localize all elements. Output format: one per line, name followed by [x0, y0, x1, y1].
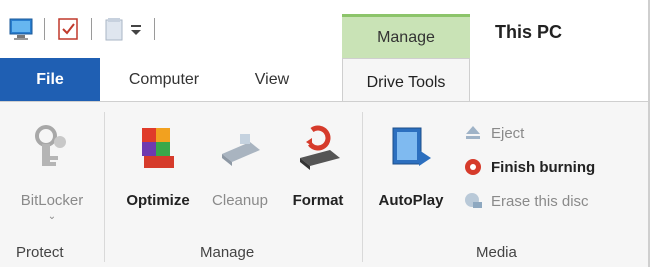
optimize-label: Optimize: [126, 192, 190, 209]
tab-view[interactable]: View: [232, 58, 312, 102]
title-bar: Manage This PC: [0, 0, 648, 58]
group-label-protect: Protect: [16, 244, 64, 261]
erase-disc-icon: [463, 191, 483, 211]
ribbon-panel: BitLocker ⌄ Protect Optimize Cleanup For…: [0, 102, 648, 267]
cleanup-label: Cleanup: [212, 192, 268, 209]
quick-access-toolbar: [8, 14, 165, 44]
new-folder-icon[interactable]: [102, 16, 128, 42]
group-label-manage: Manage: [200, 244, 255, 261]
erase-disc-label: Erase this disc: [491, 192, 589, 210]
customize-dropdown-icon[interactable]: [128, 16, 144, 42]
bitlocker-label: BitLocker: [20, 192, 84, 209]
group-label-media: Media: [476, 244, 517, 261]
format-icon: [290, 120, 346, 176]
finish-burning-button[interactable]: Finish burning: [463, 150, 595, 184]
eject-label: Eject: [491, 124, 525, 142]
optimize-button[interactable]: Optimize: [116, 120, 200, 209]
group-separator: [362, 112, 363, 262]
window-title: This PC: [495, 22, 563, 42]
autoplay-button[interactable]: AutoPlay: [368, 120, 454, 209]
group-separator: [104, 112, 105, 262]
erase-disc-button[interactable]: Erase this disc: [463, 184, 595, 218]
tab-computer[interactable]: Computer: [108, 58, 220, 102]
context-tab-group-label: Manage: [377, 28, 435, 46]
context-tab-group-manage: Manage: [342, 14, 470, 58]
optimize-icon: [130, 120, 186, 176]
properties-check-icon[interactable]: [55, 16, 81, 42]
computer-icon[interactable]: [8, 16, 34, 42]
ribbon-tab-row: File Computer View Drive Tools: [0, 58, 648, 106]
eject-icon: [463, 123, 483, 143]
cleanup-button[interactable]: Cleanup: [200, 120, 280, 209]
finish-burning-label: Finish burning: [491, 158, 596, 176]
eject-button[interactable]: Eject: [463, 116, 595, 150]
media-small-commands: Eject Finish burning Erase this disc: [463, 116, 595, 218]
explorer-window: Manage This PC File Computer View Drive …: [0, 0, 650, 267]
chevron-down-icon: ⌄: [47, 211, 57, 222]
cleanup-icon: [212, 120, 268, 176]
finish-burning-icon: [463, 157, 483, 177]
tab-drive-tools[interactable]: Drive Tools: [342, 58, 470, 106]
autoplay-icon: [383, 120, 439, 176]
format-button[interactable]: Format: [280, 120, 356, 209]
bitlocker-key-icon: [24, 120, 80, 176]
qat-separator: [154, 18, 155, 40]
tab-file[interactable]: File: [0, 58, 100, 102]
bitlocker-button[interactable]: BitLocker ⌄: [4, 120, 100, 222]
format-label: Format: [292, 192, 344, 209]
qat-separator: [91, 18, 92, 40]
qat-separator: [44, 18, 45, 40]
autoplay-label: AutoPlay: [378, 192, 444, 209]
